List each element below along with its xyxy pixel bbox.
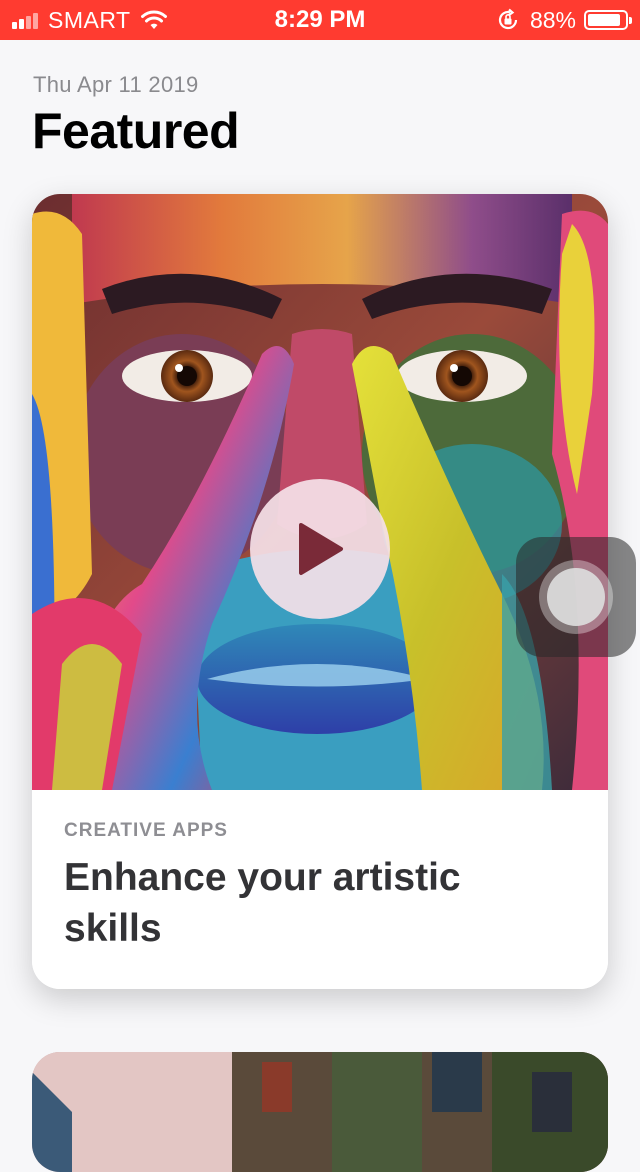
- status-bar-left: SMART: [12, 7, 252, 34]
- carrier-name: SMART: [48, 6, 131, 33]
- assistive-touch-button[interactable]: [516, 537, 636, 657]
- date-label: Thu Apr 11 2019: [33, 72, 199, 97]
- card-body: CREATIVE APPS Enhance your artistic skil…: [32, 790, 608, 989]
- wifi-icon: [140, 10, 167, 29]
- status-time: 8:29 PM: [274, 6, 366, 33]
- card-category: CREATIVE APPS: [64, 820, 228, 841]
- assistive-touch-icon: [539, 560, 613, 634]
- signal-bars-icon: [12, 11, 40, 29]
- building-artwork: [32, 1052, 608, 1172]
- play-button[interactable]: [250, 479, 390, 619]
- card-title: Enhance your artistic skills: [64, 856, 461, 950]
- play-icon: [299, 523, 343, 575]
- status-bar: SMART 8:29 PM 88%: [0, 0, 640, 40]
- status-bar-right: 88%: [388, 6, 632, 34]
- next-featured-card[interactable]: [32, 1052, 608, 1172]
- battery-percent: 88%: [529, 6, 576, 33]
- card-hero-image[interactable]: [32, 194, 608, 790]
- page-title: Featured: [32, 103, 240, 159]
- orientation-lock-icon: [498, 8, 518, 30]
- battery-fill: [588, 14, 620, 26]
- battery-icon: [584, 10, 632, 30]
